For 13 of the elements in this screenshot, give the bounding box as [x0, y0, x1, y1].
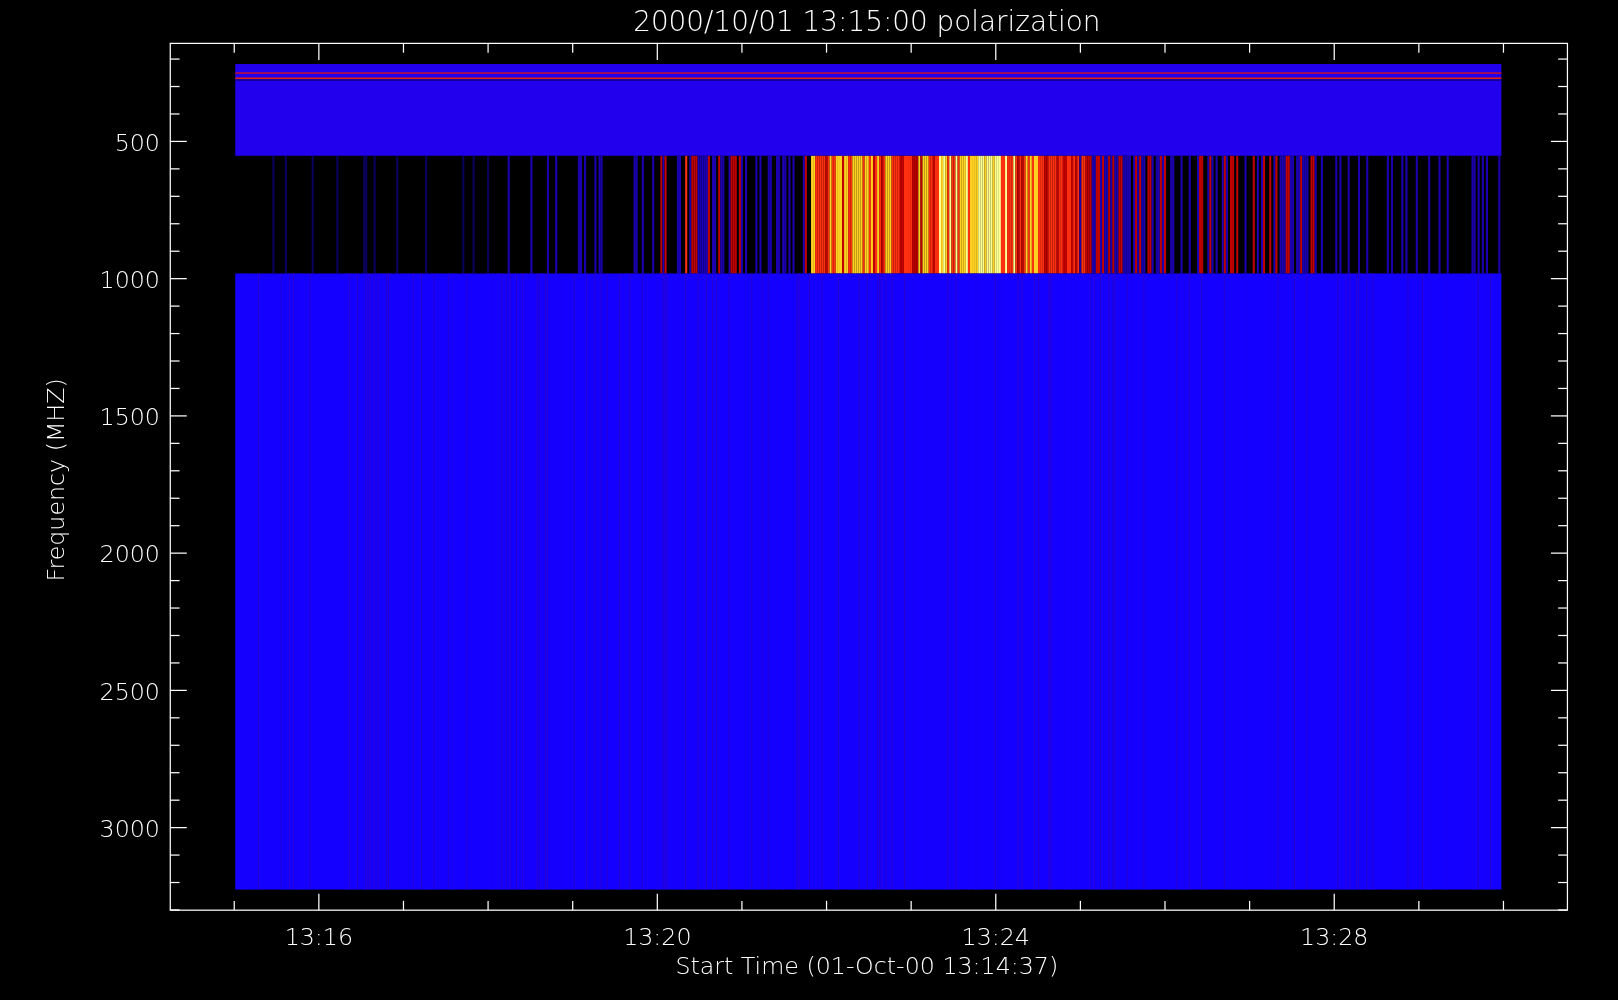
chart-title: 2000/10/01 13:15:00 polarization	[633, 5, 1101, 38]
x-tick-label: 13:16	[284, 923, 354, 952]
x-tick-label: 13:20	[623, 923, 692, 952]
y-tick-label: 1500	[99, 403, 160, 432]
y-tick-label: 2000	[99, 540, 160, 569]
y-tick-label: 500	[114, 128, 160, 157]
x-tick-label: 13:24	[961, 923, 1030, 952]
y-tick-label: 1000	[99, 265, 160, 294]
y-tick-label: 2500	[99, 677, 160, 706]
x-axis-label: Start Time (01-Oct-00 13:14:37)	[675, 952, 1059, 981]
y-tick-label: 3000	[99, 814, 160, 843]
x-tick-label: 13:28	[1300, 923, 1369, 952]
y-axis-label: Frequency (MHZ)	[42, 378, 70, 582]
